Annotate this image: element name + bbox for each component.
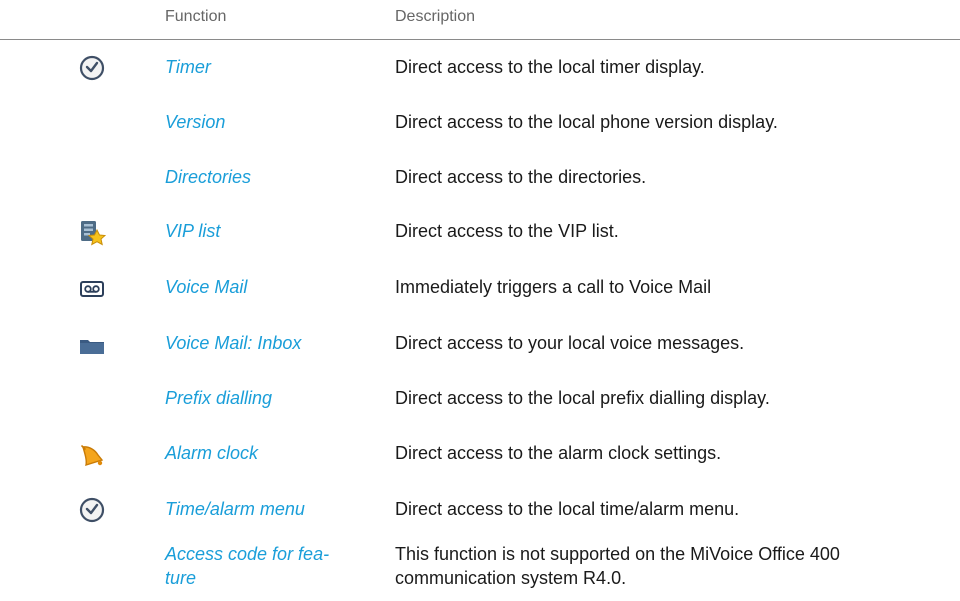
description-text: Immediately triggers a call to Voice Mai…	[395, 277, 712, 297]
header-divider	[0, 39, 960, 40]
function-label: Access code for fea- ture	[165, 544, 330, 588]
description-text: Direct access to the directories.	[395, 167, 647, 187]
description-text: Direct access to the VIP list.	[395, 221, 619, 241]
function-label: VIP list	[165, 221, 221, 241]
function-label: Directories	[165, 167, 252, 187]
voicemail-icon	[78, 275, 106, 303]
description-column-header: Description	[395, 8, 476, 25]
description-text: Direct access to the alarm clock setting…	[395, 443, 722, 463]
clock-icon	[78, 496, 106, 524]
description-text: Direct access to the local prefix dialli…	[395, 388, 770, 408]
function-label: Prefix dialling	[165, 388, 273, 408]
function-label: Alarm clock	[165, 443, 259, 463]
function-label: Voice Mail	[165, 277, 248, 297]
description-text: Direct access to the local time/alarm me…	[395, 499, 740, 519]
clock-icon	[78, 54, 106, 82]
bell-icon	[78, 441, 106, 469]
description-text: Direct access to your local voice messag…	[395, 333, 745, 353]
folder-icon	[78, 331, 106, 359]
function-label: Version	[165, 112, 226, 132]
function-column-header: Function	[165, 8, 227, 25]
function-label: Time/alarm menu	[165, 499, 305, 519]
function-label: Voice Mail: Inbox	[165, 333, 302, 353]
description-text: Direct access to the local timer display…	[395, 57, 705, 77]
description-text: This function is not supported on the Mi…	[395, 544, 840, 588]
vip-list-icon	[78, 219, 107, 247]
description-text: Direct access to the local phone version…	[395, 112, 778, 132]
function-label: Timer	[165, 57, 211, 77]
